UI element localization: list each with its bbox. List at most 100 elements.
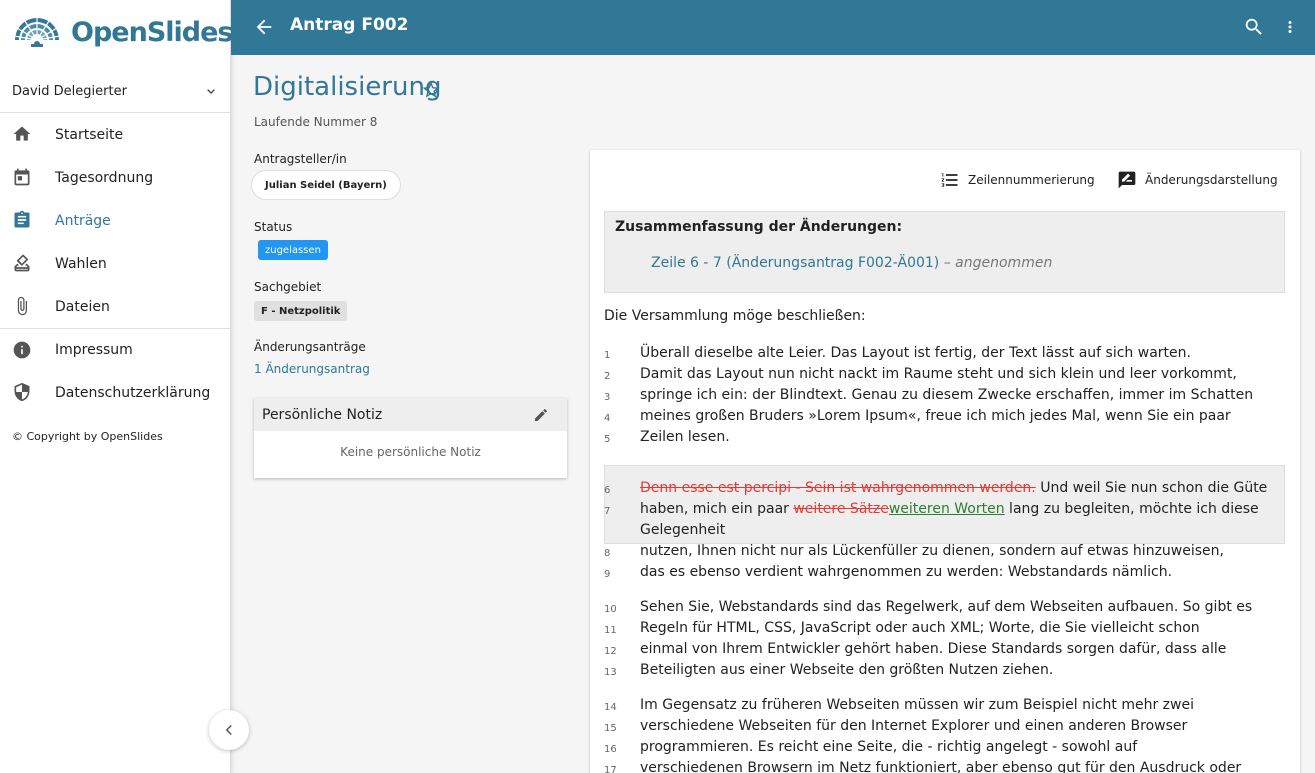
sidebar: OpenSlides David Delegierter Startseite … bbox=[0, 0, 233, 773]
back-arrow-icon[interactable] bbox=[253, 16, 275, 38]
chevron-left-icon bbox=[225, 724, 232, 736]
sidebar-item-label: Tagesordnung bbox=[55, 169, 154, 186]
text-line: 5 Zeilen lesen. bbox=[590, 429, 1300, 450]
user-menu[interactable]: David Delegierter bbox=[0, 70, 231, 113]
line-numbering-button[interactable]: Zeilennummerierung bbox=[940, 170, 1095, 190]
sidebar-item-datenschutz[interactable]: Datenschutzerklärung bbox=[0, 371, 231, 414]
sidebar-item-impressum[interactable]: Impressum bbox=[0, 328, 231, 371]
star-outline-icon[interactable] bbox=[421, 80, 441, 100]
change-summary-link[interactable]: Zeile 6 - 7 (Änderungsantrag F002-Ä001) bbox=[651, 255, 939, 271]
changed-lines: 6 Denn esse est percipi - Sein ist wahrg… bbox=[590, 480, 1300, 543]
sidebar-nav: Startseite Tagesordnung Anträge Wahlen D… bbox=[0, 113, 231, 414]
text-line: 1 Überall dieselbe alte Leier. Das Layout… bbox=[590, 345, 1300, 366]
motion-title: Digitalisierung bbox=[253, 72, 442, 102]
status-badge: zugelassen bbox=[258, 240, 328, 260]
line-number: 6 bbox=[604, 485, 611, 496]
text-line: 3 springe ich ein: der Blindtext. Genau z… bbox=[590, 387, 1300, 408]
line-text: Denn esse est percipi - Sein ist wahrgen… bbox=[640, 480, 1267, 496]
search-icon[interactable] bbox=[1243, 16, 1265, 38]
text-line: 10 Sehen Sie, Webstandards sind das Regel… bbox=[590, 599, 1300, 620]
calendar-icon bbox=[14, 168, 30, 186]
line-number: 1 bbox=[604, 350, 611, 361]
motion-preamble: Die Versammlung möge beschließen: bbox=[604, 308, 866, 324]
text-line: 11 Regeln für HTML, CSS, JavaScript oder … bbox=[590, 620, 1300, 641]
logo-emblem-icon bbox=[13, 18, 61, 47]
line-text: einmal von Ihrem Entwickler gehört haben… bbox=[640, 641, 1227, 657]
openslides-logo[interactable]: OpenSlides bbox=[11, 14, 233, 50]
sidebar-item-dateien[interactable]: Dateien bbox=[0, 285, 231, 328]
line-number: 4 bbox=[604, 413, 611, 424]
line-number: 15 bbox=[604, 723, 617, 734]
sidebar-item-startseite[interactable]: Startseite bbox=[0, 113, 231, 156]
line-text: meines großen Bruders »Lorem Ipsum«, fre… bbox=[640, 408, 1231, 424]
amendments-label: Änderungsanträge bbox=[254, 340, 366, 354]
submitter-chip[interactable]: Julian Seidel (Bayern) bbox=[251, 170, 401, 200]
line-number: 16 bbox=[604, 744, 617, 755]
sidebar-item-label: Impressum bbox=[55, 342, 133, 358]
line-text: Beteiligten aus einer Webseite den größt… bbox=[640, 662, 1054, 678]
text-line: 16 programmieren. Es reicht eine Seite, d… bbox=[590, 739, 1300, 760]
sidebar-item-label: Wahlen bbox=[55, 255, 107, 272]
status-label: Status bbox=[254, 220, 293, 234]
sidebar-item-label: Datenschutzerklärung bbox=[55, 384, 211, 401]
line-text: nutzen, Ihnen nicht nur als Lückenfüller… bbox=[640, 543, 1224, 559]
ballot-icon bbox=[14, 254, 30, 272]
edit-pencil-icon[interactable] bbox=[533, 407, 549, 423]
motion-text-card: Zeilennummerierung Änderungsdarstellung … bbox=[590, 150, 1300, 773]
info-icon bbox=[13, 341, 31, 359]
rate-review-icon bbox=[1118, 171, 1136, 189]
inserted-text: weiteren Worten bbox=[888, 501, 1005, 517]
sidebar-item-antraege[interactable]: Anträge bbox=[0, 199, 231, 242]
assignment-icon bbox=[14, 210, 30, 228]
category-badge: F - Netzpolitik bbox=[254, 301, 348, 321]
top-bar: Antrag F002 bbox=[231, 0, 1315, 55]
line-text: Überall dieselbe alte Leier. Das Layout … bbox=[640, 345, 1191, 361]
line-number: 5 bbox=[604, 434, 611, 445]
line-text: das es ebenso verdient wahrgenommen zu w… bbox=[640, 564, 1173, 580]
text-line: 17 verschiedenen Browsern im Netz funktio… bbox=[590, 760, 1300, 773]
user-name: David Delegierter bbox=[12, 83, 127, 99]
text-line: 12 einmal von Ihrem Entwickler gehört hab… bbox=[590, 641, 1300, 662]
personal-note-header: Persönliche Notiz bbox=[254, 398, 567, 431]
amendments-link[interactable]: 1 Änderungsantrag bbox=[254, 362, 370, 376]
sidebar-item-label: Anträge bbox=[55, 212, 111, 229]
line-text: Im Gegensatz zu früheren Webseiten müsse… bbox=[640, 697, 1194, 713]
paragraph-3: 10 Sehen Sie, Webstandards sind das Regel… bbox=[590, 599, 1300, 683]
sidebar-item-tagesordnung[interactable]: Tagesordnung bbox=[0, 156, 231, 199]
copyright[interactable]: © Copyright by OpenSlides bbox=[12, 430, 163, 443]
line-number: 11 bbox=[604, 625, 617, 636]
change-view-button[interactable]: Änderungsdarstellung bbox=[1117, 170, 1278, 190]
line-text: verschiedenen Browsern im Netz funktioni… bbox=[640, 760, 1242, 773]
line-text: Damit das Layout nun nicht nackt im Raum… bbox=[640, 366, 1237, 382]
attachment-icon bbox=[17, 296, 27, 316]
text-line: 7 haben, mich ein paar weitere Sätzeweit… bbox=[590, 501, 1300, 522]
sidebar-item-wahlen[interactable]: Wahlen bbox=[0, 242, 231, 285]
line-text: springe ich ein: der Blindtext. Genau zu… bbox=[640, 387, 1254, 403]
shield-icon bbox=[14, 382, 30, 402]
line-number: 17 bbox=[604, 765, 617, 773]
change-view-label: Änderungsdarstellung bbox=[1145, 173, 1278, 187]
line-number: 3 bbox=[604, 392, 611, 403]
page-header-title: Antrag F002 bbox=[290, 15, 409, 35]
text-line: 15 verschiedene Webseiten für den Interne… bbox=[590, 718, 1300, 739]
format-list-numbered-icon bbox=[941, 173, 958, 187]
personal-note-title: Persönliche Notiz bbox=[262, 406, 383, 423]
line-number: 13 bbox=[604, 667, 617, 678]
change-summary-state: – angenommen bbox=[943, 255, 1053, 271]
change-summary-entry: Zeile 6 - 7 (Änderungsantrag F002-Ä001) … bbox=[651, 255, 1052, 271]
more-vert-icon[interactable] bbox=[1281, 16, 1299, 38]
paragraph-1: 1 Überall dieselbe alte Leier. Das Layout… bbox=[590, 345, 1300, 450]
logo-text: OpenSlides bbox=[71, 16, 233, 48]
personal-note-empty: Keine persönliche Notiz bbox=[340, 445, 481, 459]
line-text: Sehen Sie, Webstandards sind das Regelwe… bbox=[640, 599, 1253, 615]
chevron-down-icon bbox=[207, 89, 215, 94]
text-line: 13 Beteiligten aus einer Webseite den grö… bbox=[590, 662, 1300, 683]
sidebar-item-label: Startseite bbox=[55, 126, 124, 143]
text-line: 6 Denn esse est percipi - Sein ist wahrg… bbox=[590, 480, 1300, 501]
line-number: 8 bbox=[604, 548, 611, 559]
text-line: 2 Damit das Layout nun nicht nackt im Rau… bbox=[590, 366, 1300, 387]
line-text: Gelegenheit bbox=[640, 522, 726, 538]
sidebar-item-label: Dateien bbox=[55, 298, 110, 315]
text-line: 14 Im Gegensatz zu früheren Webseiten müs… bbox=[590, 697, 1300, 718]
collapse-sidebar-button[interactable] bbox=[209, 710, 249, 750]
